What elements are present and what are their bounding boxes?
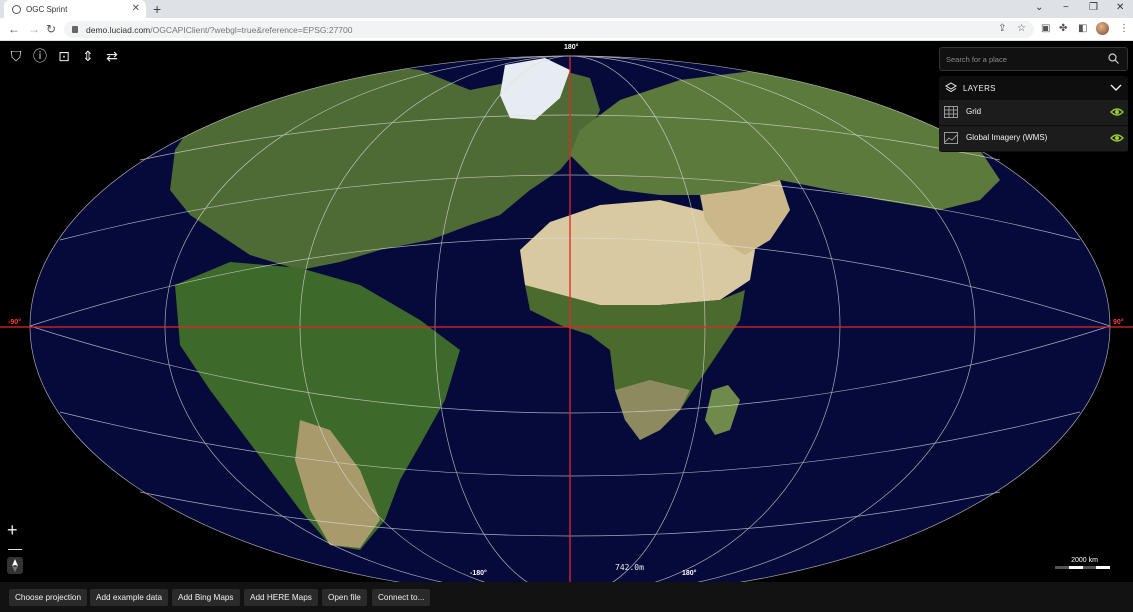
- side-panel-icon[interactable]: ◧: [1078, 23, 1087, 34]
- compass-button[interactable]: [7, 557, 23, 574]
- swap-arrows-icon[interactable]: ⇄: [104, 48, 120, 64]
- eye-icon[interactable]: [1110, 133, 1124, 143]
- search-input[interactable]: [946, 52, 1101, 67]
- minimize-button[interactable]: −: [1063, 2, 1069, 13]
- restore-button[interactable]: ❐: [1089, 2, 1098, 13]
- bookmark-star-icon[interactable]: ☆: [1017, 23, 1026, 34]
- add-bing-maps-button[interactable]: Add Bing Maps: [172, 589, 240, 606]
- tab-search-icon[interactable]: ⌄: [1035, 2, 1043, 13]
- share-icon[interactable]: ⇪: [998, 23, 1006, 34]
- longitude-label: 90°: [1113, 319, 1124, 326]
- layers-panel: LAYERS Grid Global Imagery (WMS): [939, 76, 1128, 152]
- image-icon: [944, 132, 958, 144]
- puzzle-icon[interactable]: ✤: [1059, 23, 1067, 34]
- layer-label: Global Imagery (WMS): [966, 133, 1048, 142]
- zoom-out-button[interactable]: —: [8, 540, 22, 556]
- extension-icon[interactable]: ▣: [1041, 23, 1050, 34]
- reload-icon[interactable]: ↻: [46, 22, 56, 36]
- scale-bar-segments: [1055, 566, 1110, 569]
- vertical-arrows-icon[interactable]: ⇕: [80, 48, 96, 64]
- add-example-data-button[interactable]: Add example data: [90, 589, 168, 606]
- menu-kebab-icon[interactable]: ⋮: [1119, 23, 1129, 34]
- eye-icon[interactable]: [1110, 107, 1124, 117]
- browser-toolbar: ← → ↻ demo.luciad.com/OGCAPIClient/?webg…: [0, 18, 1133, 41]
- search-icon[interactable]: [1108, 53, 1119, 64]
- scale-label: 2000 km: [1071, 557, 1098, 564]
- browser-tab[interactable]: OGC Sprint ✕: [4, 0, 146, 18]
- forward-arrow-icon[interactable]: →: [28, 22, 40, 36]
- open-file-button[interactable]: Open file: [322, 589, 367, 606]
- layers-title: LAYERS: [963, 84, 996, 93]
- longitude-label: -90°: [8, 319, 21, 326]
- url-host: demo.luciad.com: [86, 24, 151, 35]
- globe-icon: [12, 4, 21, 14]
- layer-item-grid[interactable]: Grid: [939, 100, 1128, 125]
- layer-item-global-imagery[interactable]: Global Imagery (WMS): [939, 126, 1128, 151]
- browser-tab-bar: OGC Sprint ✕ + ⌄ − ❐ ✕: [0, 0, 1133, 18]
- longitude-label: 180°: [682, 570, 697, 577]
- address-bar[interactable]: demo.luciad.com/OGCAPIClient/?webgl=true…: [64, 21, 1034, 38]
- close-tab-icon[interactable]: ✕: [132, 3, 140, 14]
- back-arrow-icon[interactable]: ←: [8, 22, 20, 36]
- info-icon[interactable]: ⓘ: [32, 48, 48, 64]
- grid-icon: [944, 106, 958, 118]
- choose-projection-button[interactable]: Choose projection: [9, 589, 87, 606]
- tab-title: OGC Sprint: [26, 4, 68, 14]
- fit-extent-icon[interactable]: ⊡: [56, 48, 72, 64]
- coordinate-readout: 742.0m: [615, 563, 644, 572]
- zoom-in-button[interactable]: +: [7, 520, 18, 541]
- chevron-down-icon[interactable]: [1110, 81, 1122, 93]
- compass-icon: [12, 559, 18, 572]
- layer-label: Grid: [966, 107, 982, 116]
- layers-header[interactable]: LAYERS: [939, 76, 1128, 100]
- profile-avatar[interactable]: [1096, 22, 1109, 35]
- bottom-toolbar: Choose projection Add example data Add B…: [0, 582, 1133, 612]
- place-search: [939, 47, 1128, 71]
- layers-stack-icon: [945, 82, 957, 93]
- connect-to-button[interactable]: Connect to...: [372, 589, 431, 606]
- scale-bar: 2000 km: [1055, 557, 1110, 569]
- lock-icon: [72, 26, 78, 33]
- window-close-button[interactable]: ✕: [1116, 2, 1124, 13]
- longitude-label: -180°: [470, 570, 487, 577]
- add-here-maps-button[interactable]: Add HERE Maps: [244, 589, 318, 606]
- new-tab-button[interactable]: +: [153, 1, 161, 17]
- map-layers-icon[interactable]: ⛉: [8, 48, 24, 64]
- url-path: /OGCAPIClient/?webgl=true&reference=EPSG…: [150, 24, 353, 35]
- longitude-label: 180°: [564, 44, 579, 51]
